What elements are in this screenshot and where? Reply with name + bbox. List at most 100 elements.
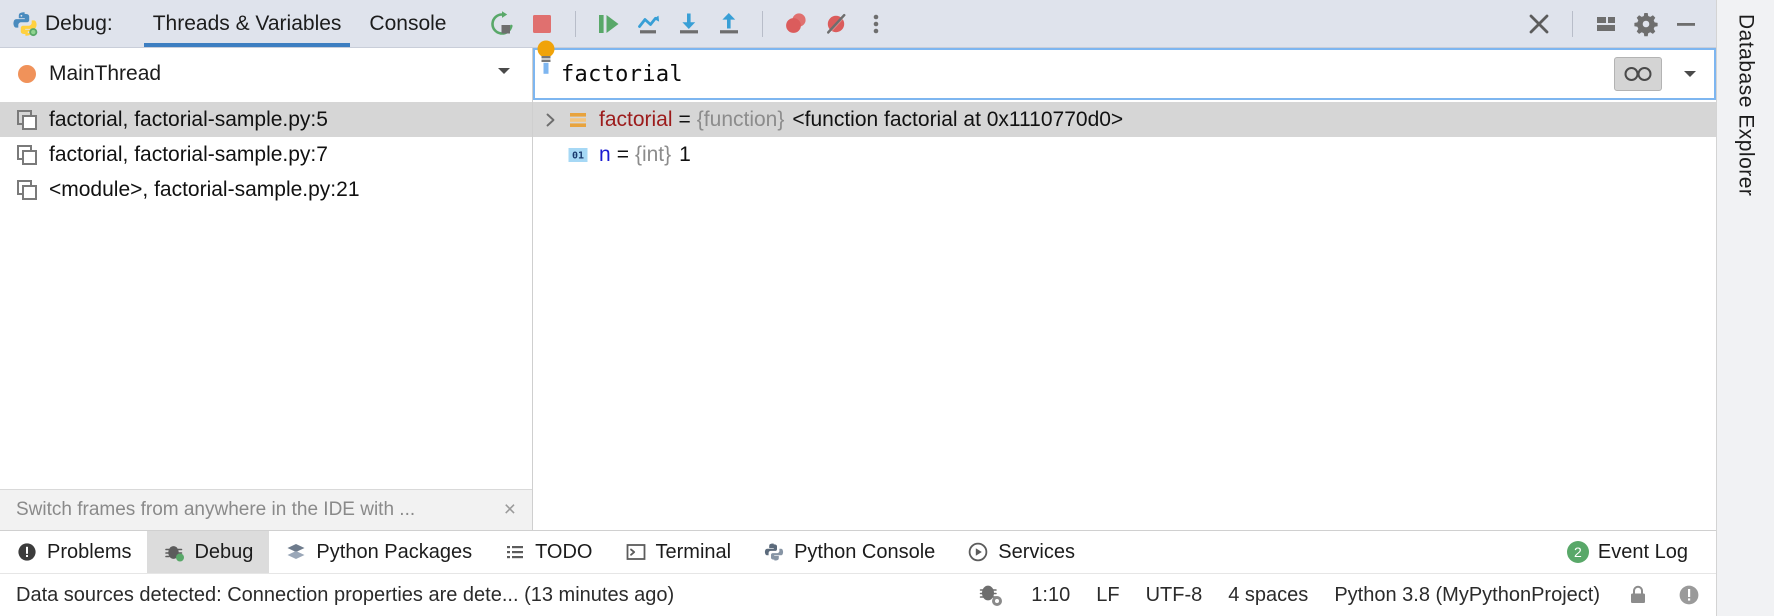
chevron-down-icon: [494, 61, 514, 81]
rerun-icon: [488, 10, 516, 38]
step-into-button[interactable]: [669, 4, 709, 44]
toolbar-separator-1: [575, 11, 576, 37]
frame-label: <module>, factorial-sample.py:21: [49, 178, 360, 202]
python-logo-icon: [12, 11, 38, 37]
rerun-button[interactable]: [482, 4, 522, 44]
debug-toolbar: Debug: Threads & Variables Console: [0, 0, 1716, 48]
minimize-icon: [1673, 11, 1699, 37]
variable-value: 1: [679, 143, 691, 167]
thread-and-expression-row: MainThread factorial: [0, 48, 1716, 100]
frame-label: factorial, factorial-sample.py:5: [49, 108, 328, 132]
stack-frame-icon: [16, 144, 38, 166]
lightbulb-icon[interactable]: [535, 40, 557, 74]
frames-hint-bar: Switch frames from anywhere in the IDE w…: [0, 489, 532, 530]
main-column: Debug: Threads & Variables Console: [0, 0, 1716, 616]
tool-tab-todo[interactable]: TODO: [488, 531, 608, 573]
more-vertical-icon: [862, 10, 890, 38]
frames-hint-text: Switch frames from anywhere in the IDE w…: [16, 499, 415, 521]
tool-tab-python-packages[interactable]: Python Packages: [269, 531, 488, 573]
status-bar: Data sources detected: Connection proper…: [0, 573, 1716, 616]
tool-tab-label: Problems: [47, 541, 131, 564]
debug-icon: [163, 541, 185, 563]
variable-type: {function}: [697, 108, 785, 132]
expression-history-dropdown[interactable]: [1670, 50, 1710, 98]
thread-dropdown-arrow[interactable]: [494, 61, 514, 87]
tool-tab-label: Python Packages: [316, 541, 472, 564]
toolbar-separator-3: [1572, 11, 1573, 37]
view-breakpoints-button[interactable]: [776, 4, 816, 44]
int-badge-icon: 01: [567, 144, 589, 166]
sidebar-tab-label: Database Explorer: [1735, 14, 1758, 196]
file-encoding[interactable]: UTF-8: [1146, 584, 1203, 607]
stop-icon: [528, 10, 556, 38]
resume-icon: [595, 10, 623, 38]
sidebar-tab-database-explorer[interactable]: Database Explorer: [1734, 14, 1758, 616]
debug-label: Debug:: [45, 12, 113, 36]
close-button[interactable]: [1519, 4, 1559, 44]
stack-frame-icon: [16, 179, 38, 201]
variable-type: {int}: [635, 143, 671, 167]
hint-close-icon[interactable]: ×: [504, 498, 516, 522]
variables-panel: factorial = {function} <function factori…: [533, 100, 1716, 530]
right-sidebar: Database Explorer: [1716, 0, 1774, 616]
variable-name: factorial: [599, 108, 673, 132]
step-over-icon: [635, 10, 663, 38]
tab-console[interactable]: Console: [355, 0, 460, 47]
tool-tab-terminal[interactable]: Terminal: [609, 531, 748, 573]
glasses-icon: [1623, 65, 1653, 83]
resume-button[interactable]: [589, 4, 629, 44]
frames-list: factorial, factorial-sample.py:5 factori…: [0, 100, 532, 489]
chevron-right-icon[interactable]: [533, 112, 567, 128]
tool-tab-debug[interactable]: Debug: [147, 531, 269, 573]
toolbar-separator-2: [762, 11, 763, 37]
tool-tab-problems[interactable]: Problems: [0, 531, 147, 573]
frame-item[interactable]: <module>, factorial-sample.py:21: [0, 172, 532, 207]
tool-tab-event-log[interactable]: 2 Event Log: [1551, 531, 1704, 573]
lock-icon[interactable]: [1626, 583, 1650, 607]
stack-frame-icon: [16, 109, 38, 131]
minimize-button[interactable]: [1666, 4, 1706, 44]
tool-window-bar: Problems Debug: [0, 530, 1716, 573]
problems-icon: [16, 541, 38, 563]
svg-text:01: 01: [572, 150, 584, 161]
frames-panel: factorial, factorial-sample.py:5 factori…: [0, 100, 533, 530]
tool-tab-python-console[interactable]: Python Console: [747, 531, 951, 573]
notification-icon[interactable]: [1676, 582, 1702, 608]
indent-setting[interactable]: 4 spaces: [1228, 584, 1308, 607]
tool-tab-label: Terminal: [656, 541, 732, 564]
variable-row[interactable]: factorial = {function} <function factori…: [533, 102, 1716, 137]
mute-breakpoints-button[interactable]: [816, 4, 856, 44]
debug-body: factorial, factorial-sample.py:5 factori…: [0, 100, 1716, 530]
python-interpreter[interactable]: Python 3.8 (MyPythonProject): [1334, 584, 1600, 607]
line-separator[interactable]: LF: [1096, 584, 1119, 607]
thread-name-label: MainThread: [49, 62, 161, 86]
step-over-button[interactable]: [629, 4, 669, 44]
watch-toggle-button[interactable]: [1614, 57, 1662, 91]
tool-tab-label: Python Console: [794, 541, 935, 564]
tab-console-label: Console: [369, 12, 446, 35]
thread-selector[interactable]: MainThread: [0, 48, 533, 100]
breakpoints-icon: [782, 10, 810, 38]
variable-row[interactable]: 01 n = {int} 1: [533, 137, 1716, 172]
step-into-icon: [675, 10, 703, 38]
variable-equals: =: [679, 108, 691, 132]
layout-button[interactable]: [1586, 4, 1626, 44]
frame-item[interactable]: factorial, factorial-sample.py:5: [0, 102, 532, 137]
stop-button[interactable]: [522, 4, 562, 44]
settings-button[interactable]: [1626, 4, 1666, 44]
tool-tab-services[interactable]: Services: [951, 531, 1091, 573]
more-options-button[interactable]: [856, 4, 896, 44]
mute-breakpoints-icon: [822, 10, 850, 38]
tool-tab-label: TODO: [535, 541, 592, 564]
step-out-button[interactable]: [709, 4, 749, 44]
frame-item[interactable]: factorial, factorial-sample.py:7: [0, 137, 532, 172]
thread-status-dot: [18, 65, 36, 83]
variable-equals: =: [617, 143, 629, 167]
terminal-icon: [625, 541, 647, 563]
tab-threads-and-variables[interactable]: Threads & Variables: [139, 0, 356, 47]
expression-input[interactable]: factorial: [533, 48, 1716, 100]
inspection-icon[interactable]: [977, 582, 1005, 608]
gear-icon: [1633, 11, 1659, 37]
caret-position[interactable]: 1:10: [1031, 584, 1070, 607]
status-message[interactable]: Data sources detected: Connection proper…: [16, 584, 674, 607]
